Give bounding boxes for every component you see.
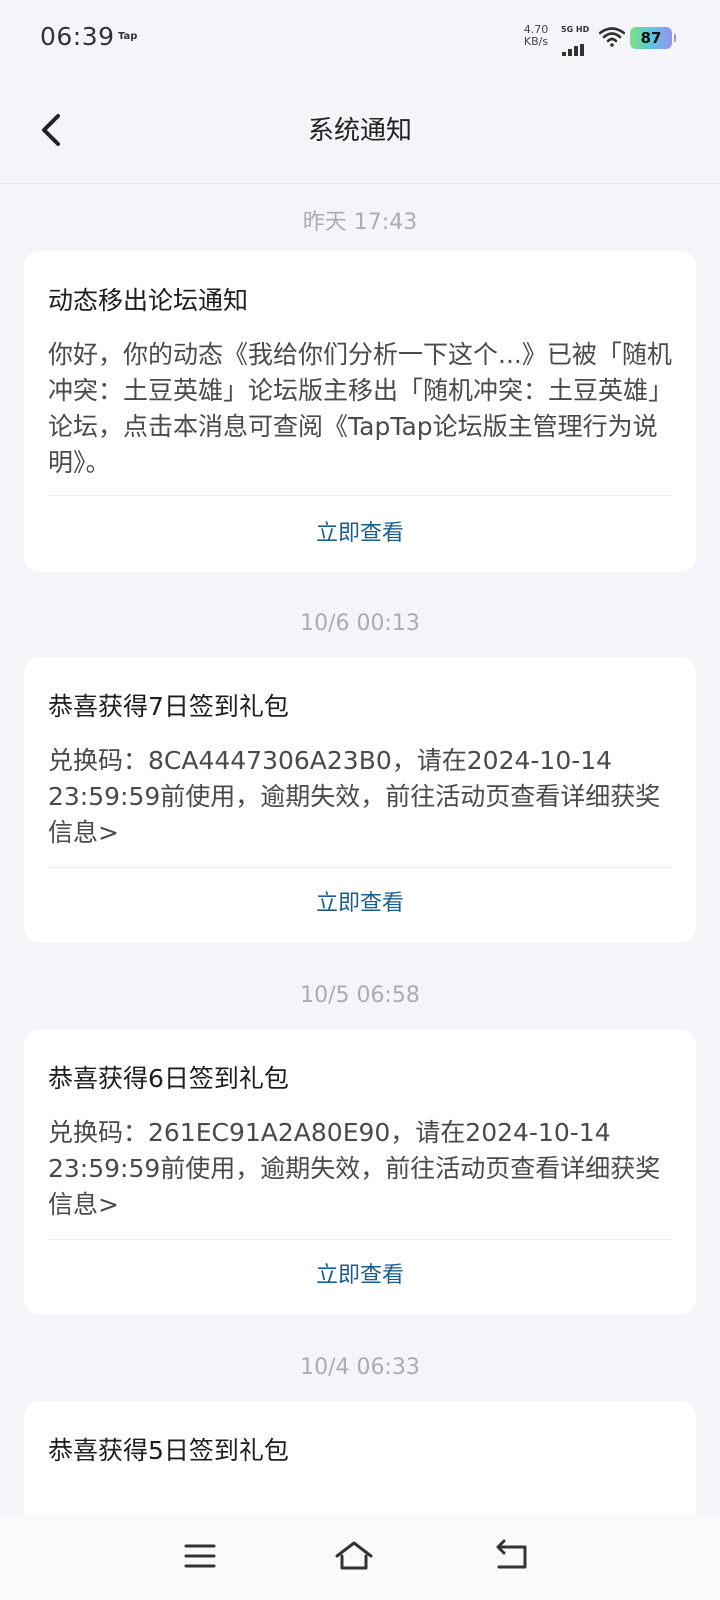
- notification-body: 兑换码：261EC91A2A80E90，请在2024-10-14 23:59:5…: [48, 1118, 661, 1219]
- page-title: 系统通知: [307, 116, 412, 146]
- card-divider: [48, 495, 672, 496]
- status-bar: 06:39 Tap 4.70 KB/s 5G HD 87: [0, 0, 720, 76]
- message-timestamp: 10/4 06:33: [300, 1355, 420, 1380]
- menu-button[interactable]: [178, 1536, 222, 1576]
- network-speed: 4.70 KB/s: [518, 24, 554, 48]
- view-now-button[interactable]: 立即查看: [24, 879, 696, 929]
- view-now-button[interactable]: 立即查看: [24, 509, 696, 559]
- status-time: 06:39: [40, 22, 115, 51]
- notification-card[interactable]: 恭喜获得6日签到礼包 兑换码：261EC91A2A80E90，请在2024-10…: [24, 1029, 696, 1315]
- notification-body: 你好，你的动态《我给你们分析一下这个...》已被「随机冲突：土豆英雄」论坛版主移…: [48, 340, 672, 477]
- battery-icon: 87: [630, 27, 676, 49]
- wifi-icon: [599, 27, 625, 47]
- notification-list[interactable]: 昨天 17:43 动态移出论坛通知 你好，你的动态《我给你们分析一下这个...》…: [0, 184, 720, 1514]
- menu-icon: [184, 1544, 216, 1568]
- system-nav-bar: [0, 1514, 720, 1600]
- back-icon: [496, 1539, 527, 1569]
- notification-card[interactable]: 动态移出论坛通知 你好，你的动态《我给你们分析一下这个...》已被「随机冲突：土…: [24, 251, 696, 572]
- view-now-button[interactable]: 立即查看: [24, 1251, 696, 1301]
- signal-icon: 5G HD: [561, 25, 591, 56]
- card-divider: [48, 867, 672, 868]
- message-timestamp: 昨天 17:43: [302, 210, 418, 235]
- notification-card[interactable]: 恭喜获得5日签到礼包: [24, 1401, 696, 1514]
- network-speed-unit: KB/s: [523, 35, 549, 48]
- home-icon: [335, 1541, 373, 1570]
- notification-title: 恭喜获得7日签到礼包: [48, 692, 289, 721]
- message-timestamp: 10/5 06:58: [300, 983, 420, 1008]
- header: 系统通知: [0, 76, 720, 184]
- notification-body: 兑换码：8CA4447306A23B0，请在2024-10-14 23:59:5…: [48, 746, 661, 847]
- notification-title: 恭喜获得5日签到礼包: [48, 1436, 289, 1465]
- notification-title: 动态移出论坛通知: [48, 286, 249, 315]
- notification-card[interactable]: 恭喜获得7日签到礼包 兑换码：8CA4447306A23B0，请在2024-10…: [24, 657, 696, 943]
- back-nav-button[interactable]: [490, 1536, 534, 1576]
- home-button[interactable]: [332, 1536, 376, 1576]
- signal-label: 5G HD: [561, 25, 590, 34]
- card-divider: [48, 1239, 672, 1240]
- notification-title: 恭喜获得6日签到礼包: [48, 1064, 289, 1093]
- tap-notification-icon: Tap: [118, 31, 138, 42]
- message-timestamp: 10/6 00:13: [300, 611, 420, 636]
